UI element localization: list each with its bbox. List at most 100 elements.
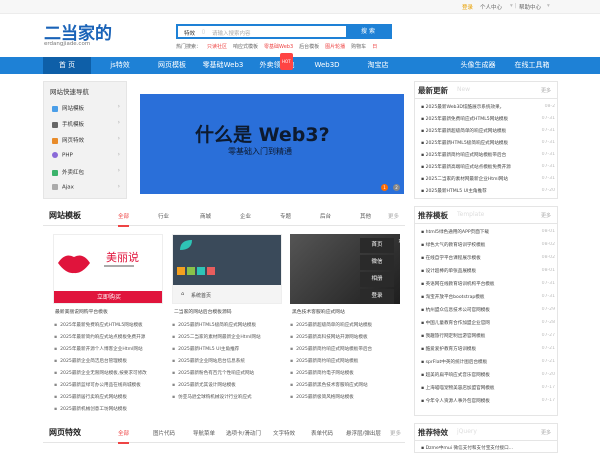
- list-item[interactable]: 2025最新HTML5 UI主角推荐: [172, 346, 282, 352]
- tab-all[interactable]: 全部: [118, 212, 130, 227]
- login-link[interactable]: 登录: [462, 3, 473, 11]
- nav-js[interactable]: js特效: [100, 57, 140, 74]
- recommend-item[interactable]: ▪ 在线自学平台课程展示模板 08-02: [421, 255, 555, 261]
- list-item[interactable]: 仿亚马逊全球购机械设计行业响应式: [172, 394, 282, 400]
- quick-nav-item[interactable]: 外卖红包: [52, 168, 84, 176]
- list-item[interactable]: 2025年最新开源个人博客企业Html网站: [54, 346, 164, 352]
- tab-industry[interactable]: 行业: [158, 212, 169, 220]
- hero-banner[interactable]: 什么是 Web3? 零基础入门到精通 1 2: [140, 94, 404, 194]
- recommend-item[interactable]: ▪ 绿色大气的教育培训学校模板 08-02: [421, 242, 555, 248]
- latest-item[interactable]: ▪ 2025年最新免费响应式HTML5网站模板 07-31: [421, 116, 555, 122]
- nav-coupon[interactable]: 外卖领红包 HOT: [252, 53, 302, 74]
- list-item[interactable]: 2025二当家的素材网最新企业Html网站: [172, 334, 282, 340]
- recommend-item[interactable]: ▪ 我趣旅行网定制出游官网模板 07-27: [421, 333, 555, 339]
- hot-search-item[interactable]: 购物车: [351, 44, 366, 50]
- tab-nav-menu[interactable]: 导航菜单: [193, 429, 215, 437]
- template-card[interactable]: ⌂ 系统首页: [172, 234, 282, 304]
- latest-item[interactable]: ▪ 2025二当家的素材网最新企业Html网站 07-31: [421, 176, 555, 182]
- hot-search-item[interactable]: 零基础Web3: [264, 44, 293, 50]
- list-item[interactable]: 2025最新简约电子网站模板: [290, 370, 400, 376]
- nav-web3d[interactable]: Web3D: [306, 57, 348, 74]
- recommend-item[interactable]: ▪ 淘宝开放平台bootstrap模板 07-31: [421, 294, 555, 300]
- templates-more-link[interactable]: 更多: [388, 212, 399, 220]
- recommend-item[interactable]: ▪ 设计超棒的单张品展模板 08-01: [421, 268, 555, 274]
- quick-nav-item[interactable]: 网站模板: [52, 104, 84, 112]
- latest-item[interactable]: ▪ 2025年最新高端响应式站点模板免费开源 07-31: [421, 164, 555, 170]
- hot-search-item[interactable]: 后台模板: [299, 44, 319, 50]
- mini-menu-item[interactable]: 相册: [360, 272, 394, 287]
- list-item[interactable]: 2025最新极简风格网站模板: [290, 394, 400, 400]
- tab-admin[interactable]: 后台: [320, 212, 331, 220]
- recommend-item[interactable]: ▪ 今年令人资源人事外包官网模板 07-17: [421, 398, 555, 404]
- list-item[interactable]: 2025年最新免费响应式HTML5网站模板: [54, 322, 164, 328]
- list-item[interactable]: 2025最新简约响应式网站模板: [290, 358, 400, 364]
- recommend-fx-item[interactable]: ▪ Dzme中mui 微信支付和支付宝支付接口...: [421, 445, 555, 451]
- card-caption[interactable]: 最新美丽说网购平台模板: [55, 308, 108, 315]
- hot-search-item[interactable]: 日: [372, 44, 377, 50]
- close-icon[interactable]: ✕: [398, 238, 400, 245]
- tab-other[interactable]: 其他: [360, 212, 371, 220]
- nav-home[interactable]: 首 页: [43, 57, 91, 74]
- list-item[interactable]: 2025最新企业无限网站模板,按要求可修改: [54, 370, 164, 376]
- list-item[interactable]: 2025最新企业简洁后台管理模板: [54, 358, 164, 364]
- recommend-item[interactable]: ▪ sprFlat中英的统计图后台模板 07-21: [421, 359, 555, 365]
- recommend-item[interactable]: ▪ 中国儿童教育合作加盟企业官网 07-28: [421, 320, 555, 326]
- tab-all[interactable]: 全部: [118, 429, 130, 444]
- list-item[interactable]: 2025最新HTML5极简响应式网站模板: [172, 322, 282, 328]
- search-button[interactable]: 搜 索: [346, 26, 390, 37]
- recommend-fx-more-link[interactable]: 更多: [541, 429, 551, 436]
- tab-enterprise[interactable]: 企业: [240, 212, 251, 220]
- latest-item[interactable]: ▪ 2025年最新HTML5极简响应式网站模板 07-31: [421, 140, 555, 146]
- list-item[interactable]: 2025最新蓝绿可办公用品在线商城模板: [54, 382, 164, 388]
- nav-templates[interactable]: 网页模板: [148, 57, 196, 74]
- quick-nav-item[interactable]: PHP: [52, 152, 73, 159]
- recommend-item[interactable]: ▪ 超美的扁平响应式音乐官网模板 07-20: [421, 372, 555, 378]
- user-center-link[interactable]: 个人中心: [480, 3, 502, 11]
- search-input[interactable]: 请输入搜索内容: [212, 29, 251, 37]
- buy-button[interactable]: 立即购买: [54, 291, 162, 303]
- latest-item[interactable]: ▪ 2025最新HTML5 UI主角推荐 07-20: [421, 188, 555, 194]
- recommend-more-link[interactable]: 更多: [541, 212, 551, 219]
- tab-text[interactable]: 文字特效: [273, 429, 295, 437]
- list-item[interactable]: 2025最新居行卖响应式网站模板: [54, 394, 164, 400]
- latest-item[interactable]: ▪ 2025最新Web3D炫酷展示系统效果， 08-2: [421, 104, 555, 110]
- hot-search-item[interactable]: 响应式模板: [233, 44, 258, 50]
- latest-more-link[interactable]: 更多: [541, 87, 551, 94]
- recommend-item[interactable]: ▪ 酷爱爱护教育方培训模板 07-21: [421, 346, 555, 352]
- recommend-item[interactable]: ▪ 英语网在线教育培训机构平台模板 07-31: [421, 281, 555, 287]
- help-center-link[interactable]: 帮助中心: [519, 3, 541, 11]
- hot-search-item[interactable]: 只读社区: [207, 44, 227, 50]
- list-item[interactable]: 2025最新机械创意工坊网站模板: [54, 406, 164, 412]
- latest-item[interactable]: ▪ 2025年最新简约响应式网站模板带后台 07-31: [421, 152, 555, 158]
- quick-nav-item[interactable]: Ajax: [52, 184, 74, 191]
- banner-dot[interactable]: 1: [381, 184, 388, 191]
- tab-mall[interactable]: 商城: [200, 212, 211, 220]
- tab-tabs[interactable]: 选项卡/滑动门: [226, 429, 261, 437]
- mini-menu-item[interactable]: 首页: [360, 238, 394, 253]
- list-item[interactable]: 2025最新超级简单的响应式网站模板: [290, 322, 400, 328]
- mini-menu-item[interactable]: 微信: [360, 255, 394, 270]
- card-caption[interactable]: 黑色技术客服响应式网站: [292, 308, 345, 315]
- list-item[interactable]: 2025最新简约响应式网站模板带后台: [290, 346, 400, 352]
- list-item[interactable]: 2025最新黑色技术客服响应式网站: [290, 382, 400, 388]
- effects-more-link[interactable]: 更多: [390, 429, 401, 437]
- search-type-select[interactable]: 特效: [184, 29, 195, 37]
- mini-menu-item[interactable]: 登录: [360, 289, 394, 304]
- nav-taobao[interactable]: 淘宝店: [356, 57, 400, 74]
- nav-web3[interactable]: 零基础Web3: [198, 57, 248, 74]
- template-card[interactable]: 美丽说 立即购买: [53, 234, 163, 304]
- list-item[interactable]: 2025最新尤其设计网站模板: [172, 382, 282, 388]
- hot-search-item[interactable]: 图片轮播: [325, 44, 345, 50]
- recommend-item[interactable]: ▪ 杭州盟众信息技术公司官网模板 07-29: [421, 307, 555, 313]
- list-item[interactable]: 2025年最新简约响应式站点模板免费开源: [54, 334, 164, 340]
- tab-image[interactable]: 图片代码: [153, 429, 175, 437]
- quick-nav-item[interactable]: 网页特效: [52, 136, 84, 144]
- latest-item[interactable]: ▪ 2025年最新超级简单的响应式网站模板 07-31: [421, 128, 555, 134]
- recommend-item[interactable]: ▪ 上海喵喵宠物美容店加盟官网模板 07-17: [421, 385, 555, 391]
- banner-dot[interactable]: 2: [393, 184, 400, 191]
- chevron-down-icon[interactable]: ▯: [202, 29, 205, 35]
- tab-popup[interactable]: 悬浮层/弹出层: [346, 429, 381, 437]
- quick-nav-item[interactable]: 手机模板: [52, 120, 84, 128]
- tab-topic[interactable]: 专题: [280, 212, 291, 220]
- tab-form[interactable]: 表单代码: [311, 429, 333, 437]
